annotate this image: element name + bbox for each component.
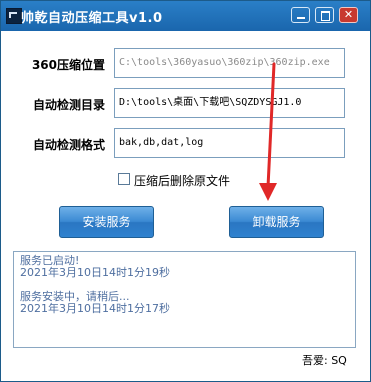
title-bar[interactable]: 帅乾自动压缩工具v1.0 ✕	[1, 1, 370, 31]
zip-path-label: 360压缩位置	[31, 58, 105, 72]
log-line: 2021年3月10日14时1分19秒	[20, 266, 170, 279]
watch-dir-field[interactable]: D:\tools\桌面\下载吧\SQZDYSGJ1.0	[114, 88, 345, 118]
install-service-button[interactable]: 安装服务	[59, 206, 154, 238]
uninstall-service-button[interactable]: 卸载服务	[229, 206, 324, 238]
log-line: 2021年3月10日14时1分17秒	[20, 302, 170, 315]
watch-dir-label: 自动检测目录	[32, 98, 105, 112]
maximize-button[interactable]	[315, 7, 334, 23]
window-title: 帅乾自动压缩工具v1.0	[21, 11, 163, 26]
watch-format-label: 自动检测格式	[32, 138, 105, 152]
watch-format-field[interactable]: bak,db,dat,log	[114, 128, 345, 158]
zip-path-field[interactable]: C:\tools\360yasuo\360zip\360zip.exe	[114, 48, 345, 78]
minimize-button[interactable]	[291, 7, 310, 23]
app-window: 帅乾自动压缩工具v1.0 ✕ 360压缩位置 C:\tools\360yasuo…	[0, 0, 371, 382]
app-icon	[6, 8, 22, 24]
close-button[interactable]: ✕	[339, 7, 358, 23]
delete-original-checkbox[interactable]	[118, 173, 130, 185]
log-panel[interactable]: 服务已启动! 2021年3月10日14时1分19秒 服务安装中，请稍后... 2…	[13, 251, 356, 348]
delete-original-label[interactable]: 压缩后删除原文件	[134, 172, 230, 189]
status-text: 吾爱: SQ	[302, 354, 347, 367]
